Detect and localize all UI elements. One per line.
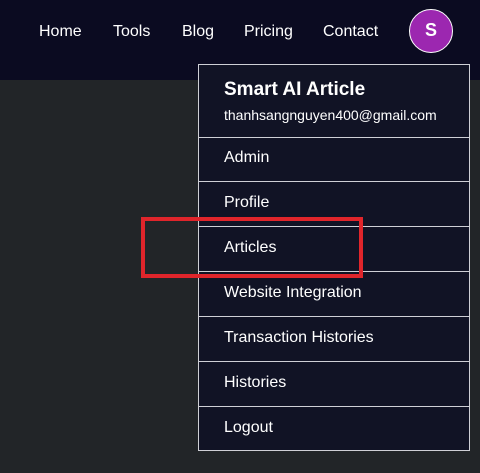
nav-link-home[interactable]: Home [39, 22, 82, 42]
menu-item-label: Logout [224, 419, 273, 436]
nav-link-contact[interactable]: Contact [323, 22, 378, 42]
nav-link-pricing[interactable]: Pricing [244, 22, 293, 42]
menu-item-label: Transaction Histories [224, 329, 374, 346]
nav-link-blog[interactable]: Blog [182, 22, 214, 42]
user-dropdown-menu: Smart AI Article thanhsangnguyen400@gmai… [198, 64, 470, 451]
user-avatar-button[interactable]: S [409, 9, 453, 53]
menu-item-label: Admin [224, 149, 270, 166]
menu-item-histories[interactable]: Histories [199, 362, 469, 407]
menu-item-logout[interactable]: Logout [199, 407, 469, 452]
dropdown-header: Smart AI Article thanhsangnguyen400@gmai… [199, 65, 469, 138]
menu-item-profile[interactable]: Profile [199, 182, 469, 227]
nav-link-tools[interactable]: Tools [113, 22, 150, 42]
app-name: Smart AI Article [224, 79, 366, 100]
menu-item-label: Website Integration [224, 284, 362, 301]
menu-item-label: Profile [224, 194, 270, 211]
menu-item-articles[interactable]: Articles [199, 227, 469, 272]
menu-item-transaction-histories[interactable]: Transaction Histories [199, 317, 469, 362]
menu-item-label: Histories [224, 374, 287, 391]
menu-item-admin[interactable]: Admin [199, 137, 469, 182]
user-email: thanhsangnguyen400@gmail.com [224, 107, 437, 123]
menu-item-website-integration[interactable]: Website Integration [199, 272, 469, 317]
menu-item-label: Articles [224, 239, 277, 256]
